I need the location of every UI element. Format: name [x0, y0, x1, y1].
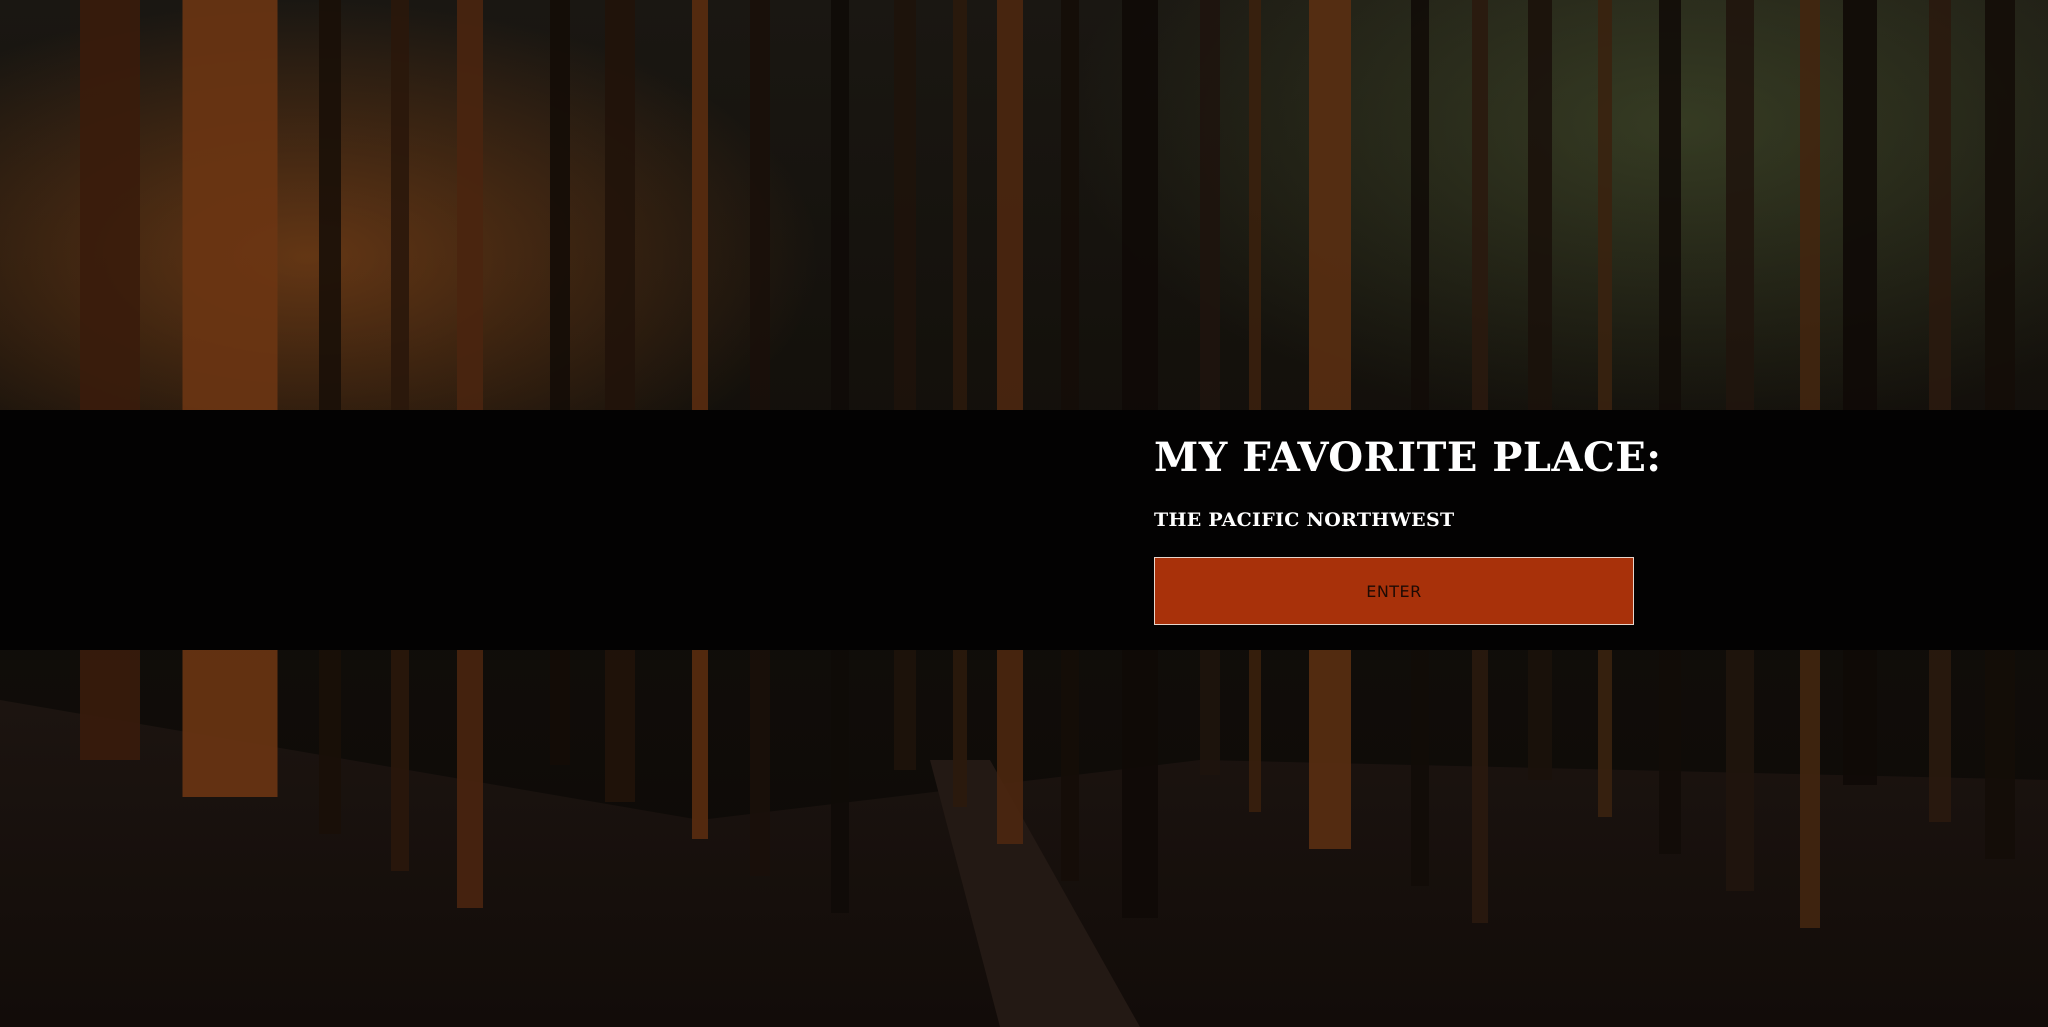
page-subtitle: THE PACIFIC NORTHWEST: [1154, 509, 1455, 531]
hero-content: MY FAVORITE PLACE: THE PACIFIC NORTHWEST…: [1154, 434, 1674, 625]
page-title: MY FAVORITE PLACE:: [1154, 434, 1662, 481]
landing-page: MY FAVORITE PLACE: THE PACIFIC NORTHWEST…: [0, 0, 2048, 1027]
tree-trunk: [1843, 0, 1877, 785]
tree-trunk: [605, 0, 635, 802]
tree-trunk: [182, 0, 278, 797]
tree-trunk: [1598, 0, 1612, 817]
tree-trunk: [1249, 0, 1261, 812]
tree-trunk: [1528, 0, 1552, 780]
tree-trunk: [1200, 0, 1220, 775]
tree-trunk: [953, 0, 967, 807]
tree-trunk: [550, 0, 570, 765]
enter-button[interactable]: ENTER: [1154, 557, 1634, 625]
tree-trunk: [894, 0, 916, 770]
hero-band: [0, 410, 2048, 650]
